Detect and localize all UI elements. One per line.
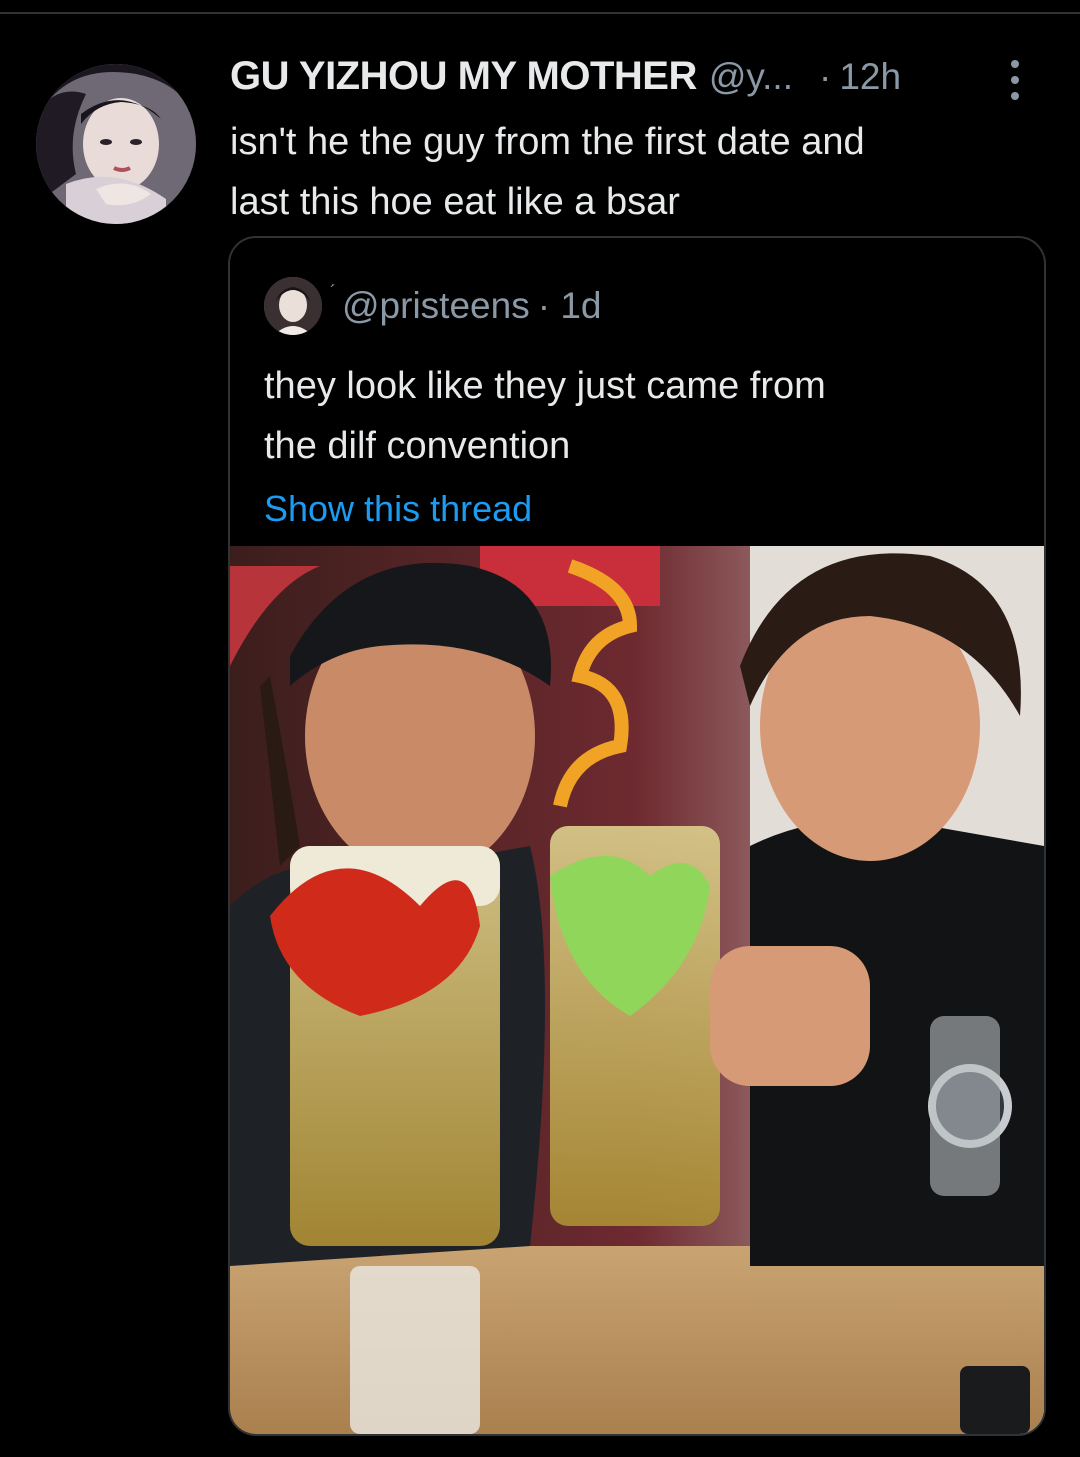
header-separator: · xyxy=(818,56,832,97)
tweet-text-line: last this hoe eat like a bsar xyxy=(230,181,680,223)
quoted-tweet-header: ´ @pristeens · 1d xyxy=(264,277,602,335)
quoted-time[interactable]: 1d xyxy=(560,285,601,326)
quoted-avatar-image xyxy=(264,277,322,335)
quoted-handle-badge: ´ xyxy=(330,281,336,302)
more-vertical-icon[interactable] xyxy=(1005,60,1025,100)
quoted-tweet-photo[interactable] xyxy=(230,546,1044,1434)
quoted-author-avatar[interactable] xyxy=(264,277,322,335)
tweet[interactable]: GU YIZHOU MY MOTHER @y... · 12h isn't he… xyxy=(0,14,1080,1457)
author-display-name[interactable]: GU YIZHOU MY MOTHER xyxy=(230,54,697,99)
quoted-tweet[interactable]: ´ @pristeens · 1d they look like they ju… xyxy=(228,236,1046,1436)
photo-image xyxy=(230,546,1044,1434)
show-thread-link[interactable]: Show this thread xyxy=(264,488,532,530)
tweet-timestamp[interactable]: 12h xyxy=(839,56,901,98)
quoted-text-line: the dilf convention xyxy=(264,425,571,467)
quoted-author-handle[interactable]: @pristeens xyxy=(342,285,530,327)
tweet-header: GU YIZHOU MY MOTHER @y... · 12h xyxy=(230,54,1030,110)
quoted-timestamp: · 1d xyxy=(538,285,602,327)
author-handle[interactable]: @y... xyxy=(709,56,793,98)
tweet-text-line: isn't he the guy from the first date and xyxy=(230,121,865,163)
quoted-separator: · xyxy=(537,285,551,326)
author-avatar[interactable] xyxy=(36,64,196,224)
tweet-text: isn't he the guy from the first date and… xyxy=(230,112,1030,232)
top-divider xyxy=(0,0,1080,14)
author-avatar-image xyxy=(36,64,196,224)
quoted-text-line: they look like they just came from xyxy=(264,365,826,407)
quoted-tweet-text: they look like they just came from the d… xyxy=(264,356,1024,476)
